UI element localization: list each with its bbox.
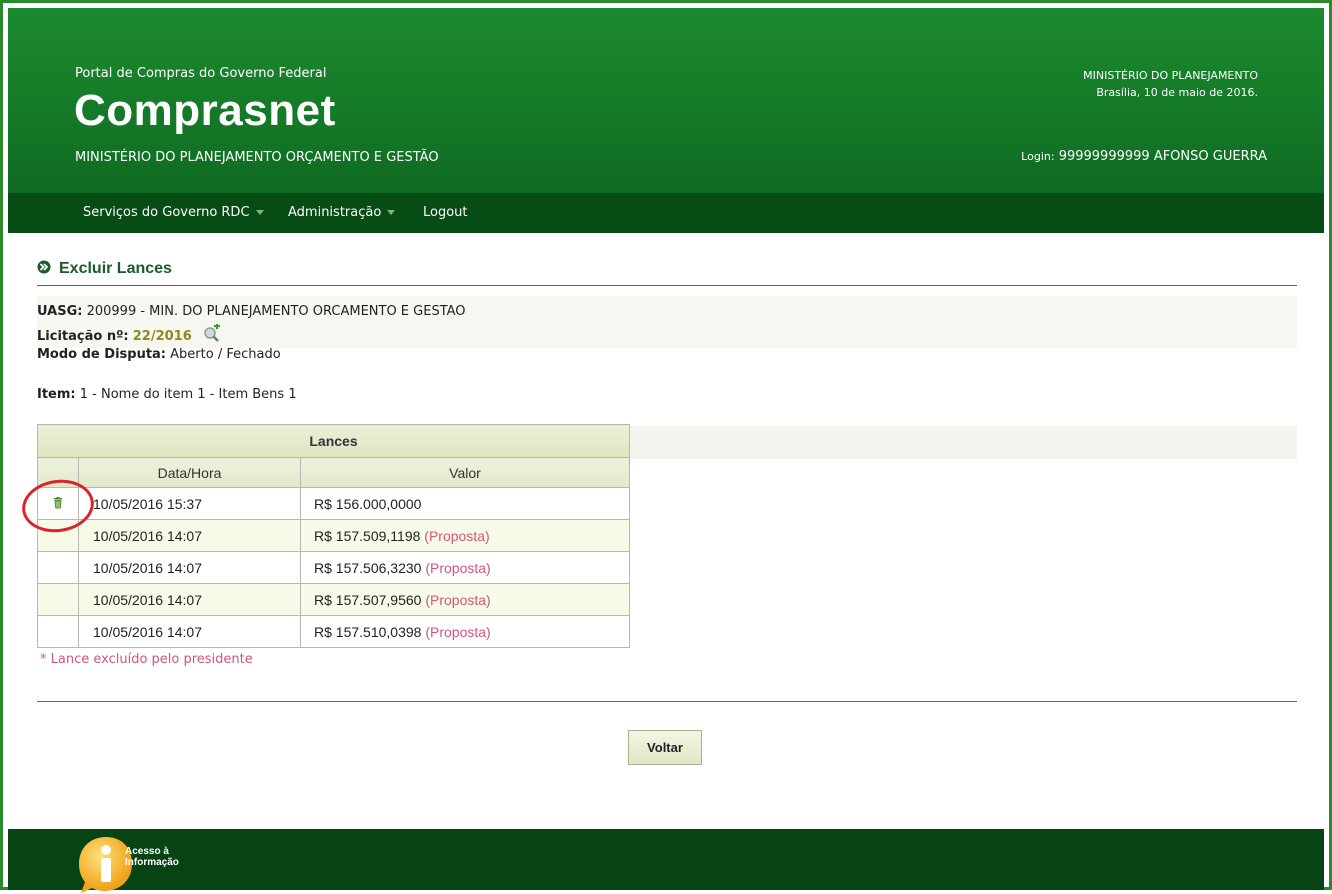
row-action-cell xyxy=(37,615,79,648)
page-title: Excluir Lances xyxy=(37,260,172,278)
row-action-cell xyxy=(37,519,79,552)
ministry-name: MINISTÉRIO DO PLANEJAMENTO ORÇAMENTO E G… xyxy=(75,150,439,165)
trash-icon[interactable] xyxy=(52,496,64,509)
nav-item-label: Administração xyxy=(288,205,382,220)
table-header-icon xyxy=(37,457,79,488)
row-tag: (Proposta) xyxy=(424,527,490,544)
row-datetime: 10/05/2016 14:07 xyxy=(78,583,301,616)
uasg-label: UASG: xyxy=(37,304,83,319)
table-row: 10/05/2016 14:07 R$ 157.507,9560 (Propos… xyxy=(37,583,630,616)
table-row: 10/05/2016 14:07 R$ 157.506,3230 (Propos… xyxy=(37,551,630,584)
row-value-amount: R$ 157.509,1198 xyxy=(314,527,421,544)
row-value-amount: R$ 157.507,9560 xyxy=(314,591,422,608)
header-date: Brasília, 10 de maio de 2016. xyxy=(1096,86,1258,99)
brand-logo-text[interactable]: Comprasnet xyxy=(74,86,336,136)
divider xyxy=(37,285,1297,286)
header-ministry-right: MINISTÉRIO DO PLANEJAMENTO xyxy=(1083,69,1258,82)
acesso-line2: Informação xyxy=(125,857,179,868)
row-datetime: 10/05/2016 15:37 xyxy=(78,487,301,520)
row-tag: (Proposta) xyxy=(425,591,491,608)
item-value: 1 - Nome do item 1 - Item Bens 1 xyxy=(79,387,297,402)
table-row: 10/05/2016 15:37 R$ 156.000,0000 xyxy=(37,487,630,520)
nav-item-administracao[interactable]: Administração xyxy=(288,205,396,220)
row-action-cell xyxy=(37,551,79,584)
row-value-amount: R$ 157.506,3230 xyxy=(314,559,422,576)
modo-value: Aberto / Fechado xyxy=(170,347,281,362)
table-header-datetime: Data/Hora xyxy=(78,457,301,488)
footnote: * Lance excluído pelo presidente xyxy=(40,652,253,667)
search-add-icon[interactable] xyxy=(202,324,222,342)
row-value: R$ 157.506,3230 (Proposta) xyxy=(300,551,630,584)
row-tag: (Proposta) xyxy=(425,559,491,576)
site-header: Portal de Compras do Governo Federal Com… xyxy=(8,8,1324,193)
main-nav: Serviços do Governo RDC Administração Lo… xyxy=(8,193,1324,233)
lances-table: Lances Data/Hora Valor 10/05/2016 15:37 … xyxy=(37,424,630,648)
nav-item-servicos[interactable]: Serviços do Governo RDC xyxy=(83,205,264,220)
row-value: R$ 156.000,0000 xyxy=(300,487,630,520)
row-value: R$ 157.509,1198 (Proposta) xyxy=(300,519,630,552)
acesso-line1: Acesso à xyxy=(125,846,169,857)
login-label: Login: xyxy=(1021,150,1055,163)
row-value: R$ 157.510,0398 (Proposta) xyxy=(300,615,630,648)
table-row: 10/05/2016 14:07 R$ 157.510,0398 (Propos… xyxy=(37,615,630,648)
table-caption: Lances xyxy=(37,424,630,458)
site-footer: Acesso à Informação xyxy=(8,829,1324,893)
nav-item-logout[interactable]: Logout xyxy=(423,205,468,220)
modo-label: Modo de Disputa: xyxy=(37,347,167,362)
login-info: Login: 99999999999 AFONSO GUERRA xyxy=(1021,149,1267,164)
acesso-informacao-label[interactable]: Acesso à Informação xyxy=(125,846,179,868)
page-title-text: Excluir Lances xyxy=(59,260,172,277)
licitacao-line: Licitação nº: 22/2016 xyxy=(37,324,222,344)
row-value: R$ 157.507,9560 (Proposta) xyxy=(300,583,630,616)
licitacao-label: Licitação nº: xyxy=(37,329,129,344)
table-row: 10/05/2016 14:07 R$ 157.509,1198 (Propos… xyxy=(37,519,630,552)
chevron-down-icon xyxy=(255,210,264,215)
nav-item-label: Serviços do Governo RDC xyxy=(83,205,250,220)
row-action-cell xyxy=(37,487,79,520)
modo-line: Modo de Disputa: Aberto / Fechado xyxy=(37,347,281,362)
row-datetime: 10/05/2016 14:07 xyxy=(78,551,301,584)
login-user: 99999999999 AFONSO GUERRA xyxy=(1058,149,1267,164)
row-tag: (Proposta) xyxy=(425,623,491,640)
uasg-line: UASG: 200999 - MIN. DO PLANEJAMENTO ORCA… xyxy=(37,304,466,319)
divider xyxy=(37,701,1297,702)
row-value-amount: R$ 157.510,0398 xyxy=(314,623,422,640)
table-header-value: Valor xyxy=(300,457,630,488)
uasg-value: 200999 - MIN. DO PLANEJAMENTO ORCAMENTO … xyxy=(86,304,466,319)
row-datetime: 10/05/2016 14:07 xyxy=(78,519,301,552)
row-value-amount: R$ 156.000,0000 xyxy=(314,495,422,512)
chevron-down-icon xyxy=(387,210,396,215)
portal-subtitle: Portal de Compras do Governo Federal xyxy=(75,66,327,81)
nav-item-label: Logout xyxy=(423,205,468,220)
voltar-button[interactable]: Voltar xyxy=(628,730,702,765)
double-arrow-icon xyxy=(37,260,51,274)
licitacao-number: 22/2016 xyxy=(132,329,192,344)
item-line: Item: 1 - Nome do item 1 - Item Bens 1 xyxy=(37,387,297,402)
item-label: Item: xyxy=(37,387,76,402)
row-action-cell xyxy=(37,583,79,616)
row-datetime: 10/05/2016 14:07 xyxy=(78,615,301,648)
